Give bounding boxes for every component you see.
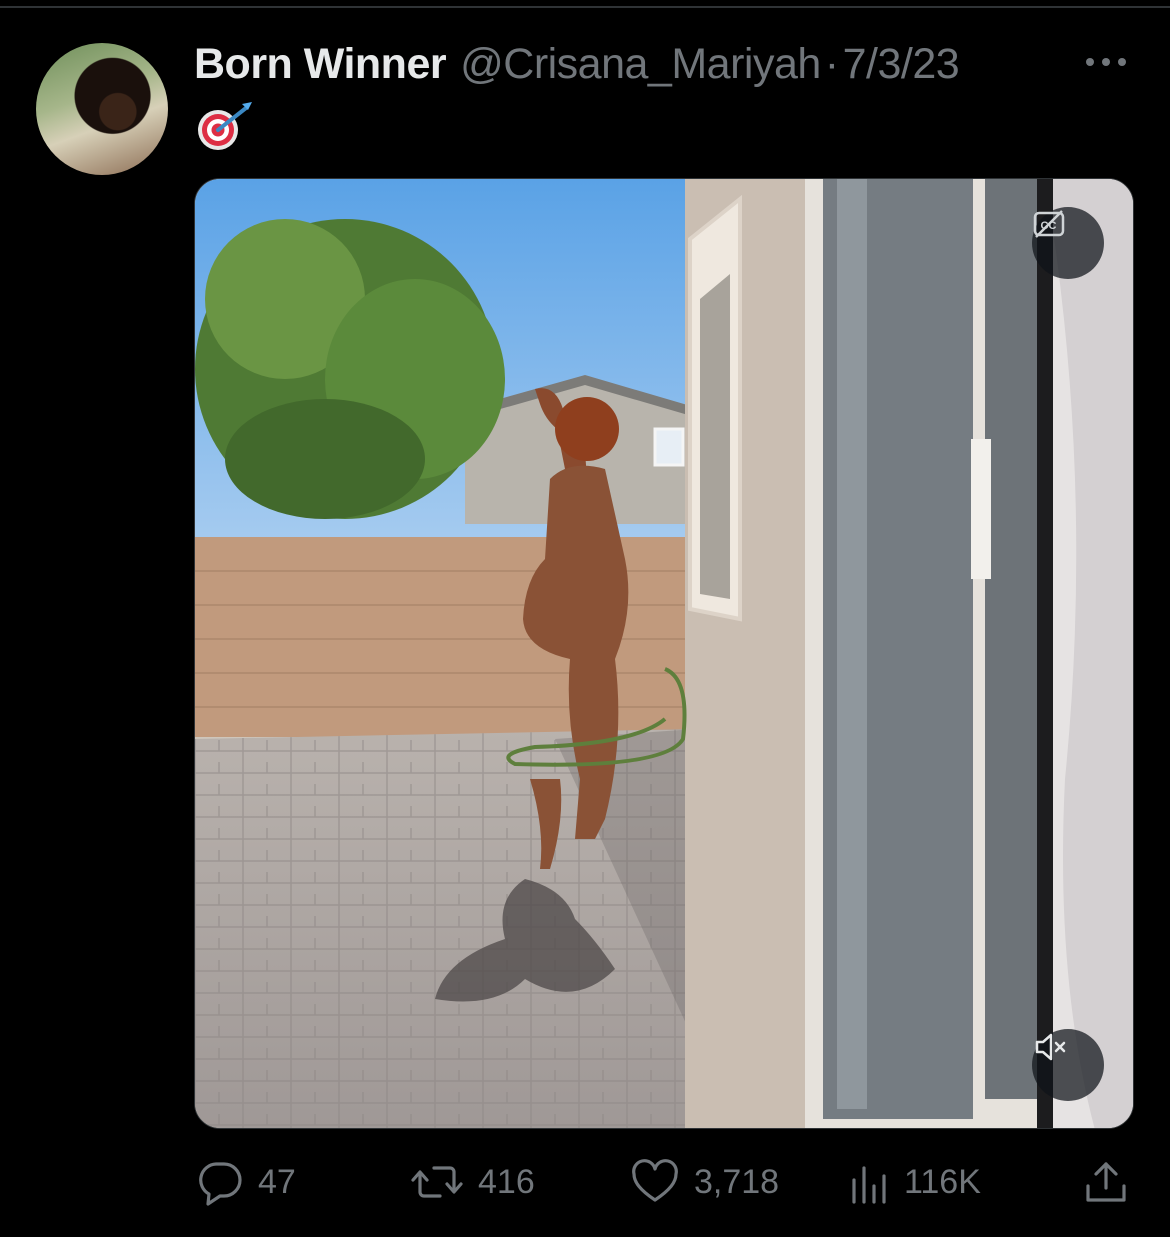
tweet-actions: 47 416 3,718 116K [0,1150,1170,1214]
user-handle[interactable]: @Crisana_Mariyah [460,40,821,89]
tweet-date[interactable]: 7/3/23 [843,40,960,89]
share-upload-icon [1086,1162,1126,1202]
muted-speaker-icon [1035,1033,1066,1061]
bar-chart-icon [852,1166,886,1204]
closed-captions-icon: CC [1033,210,1065,238]
view-count: 116K [904,1162,981,1201]
heart-icon [632,1159,678,1202]
reply-bubble-icon [199,1162,242,1206]
unmute-button[interactable] [1032,1029,1104,1101]
tweet-text [196,100,256,152]
avatar[interactable] [36,43,168,175]
separator-dot: · [824,39,839,88]
target-emoji [198,102,252,150]
repost-arrows-icon [411,1166,463,1198]
tweet-header: Born Winner @Crisana_Mariyah · 7/3/23 [194,36,960,92]
closed-captions-button[interactable]: CC [1032,207,1104,279]
more-dots-icon[interactable] [1082,44,1130,80]
reply-button[interactable]: 47 [196,1150,296,1214]
reply-count: 47 [258,1162,296,1201]
like-count: 3,718 [694,1162,780,1201]
video-frame [195,179,1133,1128]
share-button[interactable] [1082,1150,1130,1214]
tweet-media-video[interactable]: CC [194,178,1134,1129]
repost-count: 416 [478,1162,535,1201]
views-button[interactable]: 116K [850,1150,981,1214]
display-name[interactable]: Born Winner [194,40,447,89]
like-button[interactable]: 3,718 [630,1150,779,1214]
repost-button[interactable]: 416 [410,1150,535,1214]
top-divider [0,6,1170,8]
